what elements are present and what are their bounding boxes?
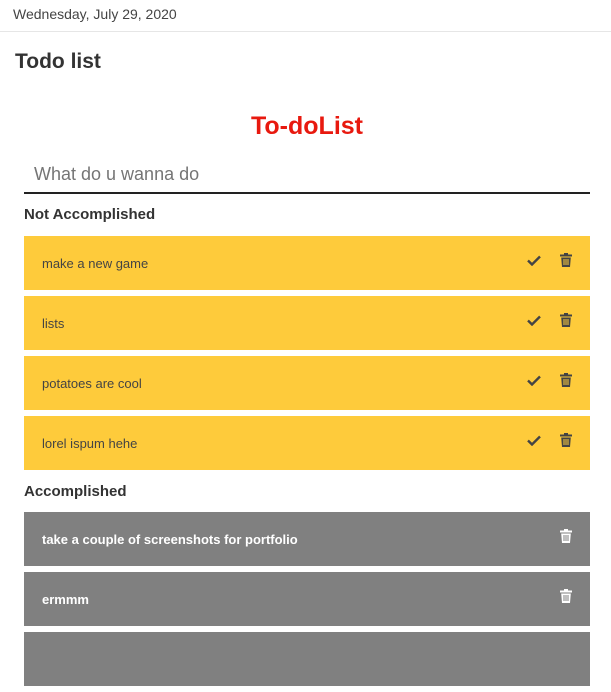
- pending-list: make a new game lists potatoes are cool …: [24, 236, 590, 470]
- complete-button[interactable]: [526, 252, 542, 268]
- trash-icon: [560, 253, 572, 267]
- trash-icon: [560, 529, 572, 543]
- app-title: To-doList: [251, 112, 363, 140]
- todo-text: lorel ispum hehe: [42, 435, 138, 451]
- delete-button[interactable]: [558, 252, 574, 268]
- list-item: [24, 632, 590, 686]
- done-list: take a couple of screenshots for portfol…: [24, 512, 590, 686]
- trash-icon: [560, 433, 572, 447]
- todo-text: lists: [42, 315, 65, 331]
- trash-icon: [560, 589, 572, 603]
- check-icon: [527, 315, 541, 326]
- trash-icon: [560, 313, 572, 327]
- list-item: make a new game: [24, 236, 590, 290]
- complete-button[interactable]: [526, 432, 542, 448]
- list-item: lists: [24, 296, 590, 350]
- delete-button[interactable]: [558, 588, 574, 604]
- delete-button[interactable]: [558, 432, 574, 448]
- todo-text: take a couple of screenshots for portfol…: [42, 531, 298, 547]
- current-date: Wednesday, July 29, 2020: [13, 6, 177, 22]
- list-item: ermmm: [24, 572, 590, 626]
- complete-button[interactable]: [526, 372, 542, 388]
- new-todo-field: [24, 156, 590, 194]
- todo-text: potatoes are cool: [42, 375, 142, 391]
- check-icon: [527, 255, 541, 266]
- new-todo-input[interactable]: [24, 156, 590, 192]
- check-icon: [527, 375, 541, 386]
- todo-text: make a new game: [42, 255, 149, 271]
- delete-button[interactable]: [558, 312, 574, 328]
- todo-app: To-doList Not Accomplished make a new ga…: [24, 108, 590, 692]
- list-item: lorel ispum hehe: [24, 416, 590, 470]
- complete-button[interactable]: [526, 312, 542, 328]
- trash-icon: [560, 373, 572, 387]
- page-title: Todo list: [15, 50, 101, 73]
- check-icon: [527, 435, 541, 446]
- todo-text: ermmm: [42, 591, 89, 607]
- accomplished-heading: Accomplished: [24, 483, 127, 500]
- list-item: take a couple of screenshots for portfol…: [24, 512, 590, 566]
- list-item: potatoes are cool: [24, 356, 590, 410]
- date-bar: Wednesday, July 29, 2020: [0, 0, 611, 32]
- delete-button[interactable]: [558, 372, 574, 388]
- not-accomplished-heading: Not Accomplished: [24, 206, 156, 223]
- delete-button[interactable]: [558, 528, 574, 544]
